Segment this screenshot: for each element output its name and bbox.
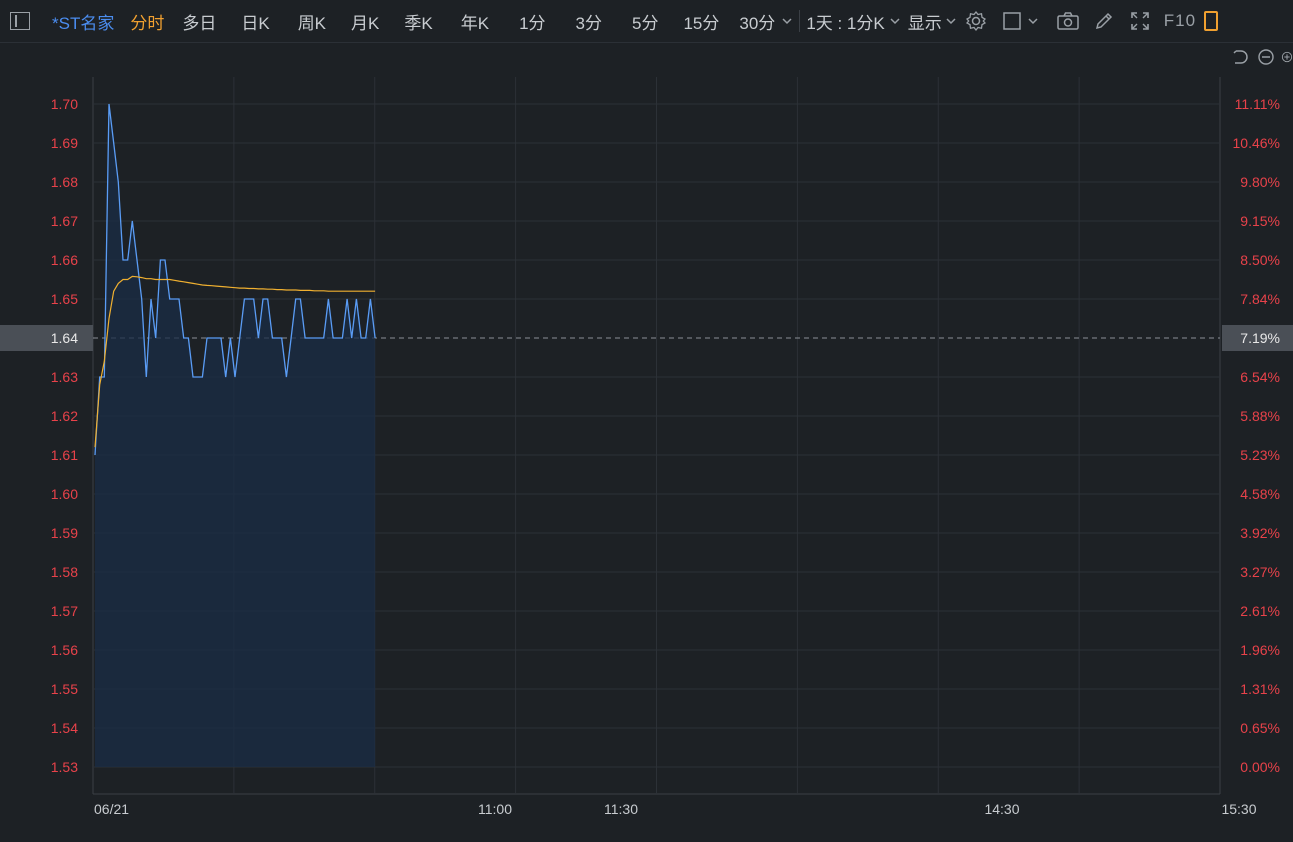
camera-icon[interactable]: [1056, 9, 1080, 33]
range-chevron-icon[interactable]: [888, 9, 902, 33]
right-axis-tick: 8.50%: [1240, 252, 1280, 268]
tab-weekly-k[interactable]: 周K: [298, 9, 326, 34]
x-axis-tick: 14:30: [984, 801, 1019, 817]
ref-price-left-tag: [0, 325, 93, 351]
right-axis-tick: 5.88%: [1240, 408, 1280, 424]
left-axis-tick: 1.61: [51, 447, 78, 463]
price-area-fill: [95, 104, 376, 767]
right-axis-tick: 1.96%: [1240, 642, 1280, 658]
square-layout-icon[interactable]: [1000, 9, 1024, 33]
left-axis-tick: 1.54: [51, 720, 78, 736]
chart-svg: 1.70 1.69 1.68 1.67 1.66 1.65 1.64 1.63 1.62 1.61…: [0, 77, 1293, 817]
sidebar-toggle-icon[interactable]: [10, 12, 30, 30]
right-axis-tick: 0.65%: [1240, 720, 1280, 736]
right-axis-tick: 9.80%: [1240, 174, 1280, 190]
gear-icon[interactable]: [964, 9, 988, 33]
tab-multi-day[interactable]: 多日: [182, 9, 216, 34]
more-periods-chevron-icon[interactable]: [779, 9, 795, 33]
left-axis-tick: 1.68: [51, 174, 78, 190]
left-axis-tick: 1.56: [51, 642, 78, 658]
right-axis-tick: 5.23%: [1240, 447, 1280, 463]
tab-5min[interactable]: 5分: [632, 9, 658, 34]
left-axis-tick: 1.63: [51, 369, 78, 385]
tab-3min[interactable]: 3分: [576, 9, 602, 34]
x-axis-tick: 15:30: [1221, 801, 1256, 817]
x-axis-tick: 11:00: [478, 801, 512, 817]
right-axis-tick: 4.58%: [1240, 486, 1280, 502]
f10-button[interactable]: F10: [1164, 11, 1196, 31]
right-axis-tick: 3.92%: [1240, 525, 1280, 541]
right-axis-tick: 9.15%: [1240, 213, 1280, 229]
fullscreen-icon[interactable]: [1128, 9, 1152, 33]
left-axis-tick: 1.69: [51, 135, 78, 151]
right-axis-tick: 7.19%: [1240, 330, 1280, 346]
left-axis-tick: 1.57: [51, 603, 78, 619]
x-axis-date-label: 06/21: [94, 801, 129, 817]
left-axis-tick: 1.55: [51, 681, 78, 697]
stock-symbol[interactable]: *ST名家: [52, 9, 114, 34]
right-axis-tick: 3.27%: [1240, 564, 1280, 580]
tab-15min[interactable]: 15分: [683, 9, 719, 34]
left-axis-tick: 1.70: [51, 96, 78, 112]
left-axis-tick: 1.67: [51, 213, 78, 229]
tab-monthly-k[interactable]: 月K: [351, 9, 379, 34]
right-axis-tick: 7.84%: [1240, 291, 1280, 307]
right-axis-tick: 2.61%: [1240, 603, 1280, 619]
tab-daily-k[interactable]: 日K: [241, 9, 269, 34]
tab-30min[interactable]: 30分: [739, 9, 775, 34]
pencil-icon[interactable]: [1092, 9, 1116, 33]
left-axis-tick: 1.62: [51, 408, 78, 424]
display-chevron-icon[interactable]: [944, 9, 958, 33]
tab-quarterly-k[interactable]: 季K: [404, 9, 432, 34]
left-axis-tick: 1.59: [51, 525, 78, 541]
tab-intraday[interactable]: 分时: [130, 9, 164, 34]
range-select[interactable]: 1天 : 1分K: [806, 9, 884, 34]
layout-chevron-icon[interactable]: [1026, 9, 1040, 33]
highlight-panel-icon[interactable]: [1204, 11, 1219, 31]
right-axis-tick: 11.11%: [1235, 96, 1280, 112]
left-axis-tick: 1.60: [51, 486, 78, 502]
right-axis-tick: 0.00%: [1240, 759, 1280, 775]
left-axis-tick: 1.53: [51, 759, 78, 775]
left-axis-tick: 1.65: [51, 291, 78, 307]
toolbar: *ST名家 分时 多日 日K 周K 月K 季K 年K 1分 3分 5分 15分 …: [0, 0, 1293, 43]
right-axis-tick: 10.46%: [1233, 135, 1280, 151]
left-axis-tick: 1.64: [51, 330, 78, 346]
left-axis-tick: 1.58: [51, 564, 78, 580]
left-axis-tick: 1.66: [51, 252, 78, 268]
display-menu[interactable]: 显示: [908, 9, 942, 34]
right-axis-tick: 6.54%: [1240, 369, 1280, 385]
tab-yearly-k[interactable]: 年K: [461, 9, 489, 34]
right-axis-tick: 1.31%: [1240, 681, 1280, 697]
tab-1min[interactable]: 1分: [519, 9, 545, 34]
x-axis-tick: 11:30: [604, 801, 638, 817]
intraday-chart[interactable]: 1.70 1.69 1.68 1.67 1.66 1.65 1.64 1.63 1.62 1.61…: [0, 42, 1293, 837]
toolbar-divider: [799, 10, 801, 32]
